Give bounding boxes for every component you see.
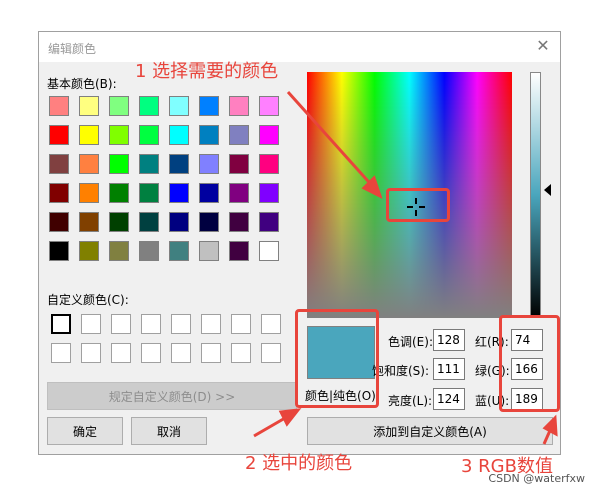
luminance-arrow-icon[interactable] (544, 184, 551, 196)
basic-color-swatch[interactable] (169, 96, 189, 116)
custom-color-swatch[interactable] (51, 314, 71, 334)
basic-color-swatch[interactable] (49, 241, 69, 261)
basic-color-swatch[interactable] (229, 154, 249, 174)
basic-color-swatch[interactable] (229, 212, 249, 232)
ok-button[interactable]: 确定 (47, 417, 123, 445)
basic-color-swatch[interactable] (79, 154, 99, 174)
basic-color-swatch[interactable] (259, 154, 279, 174)
basic-color-swatch[interactable] (169, 154, 189, 174)
basic-color-swatch[interactable] (169, 212, 189, 232)
basic-color-swatch[interactable] (109, 154, 129, 174)
basic-color-swatch[interactable] (199, 96, 219, 116)
custom-color-swatch[interactable] (261, 314, 281, 334)
basic-color-swatch[interactable] (139, 212, 159, 232)
custom-colors-label: 自定义颜色(C): (47, 293, 129, 307)
rgb-values-highlight-box (499, 315, 560, 412)
basic-color-swatch[interactable] (139, 125, 159, 145)
luminance-label: 亮度(L): (388, 394, 433, 408)
basic-color-swatch[interactable] (49, 183, 69, 203)
custom-color-swatch[interactable] (111, 314, 131, 334)
custom-color-swatch[interactable] (111, 343, 131, 363)
basic-color-swatch[interactable] (109, 125, 129, 145)
basic-color-swatch[interactable] (79, 96, 99, 116)
basic-color-swatch[interactable] (199, 212, 219, 232)
hue-field[interactable]: 128 (433, 329, 465, 351)
basic-color-swatch[interactable] (49, 96, 69, 116)
basic-color-swatch[interactable] (79, 183, 99, 203)
basic-color-swatch[interactable] (139, 96, 159, 116)
custom-color-swatch[interactable] (201, 314, 221, 334)
basic-color-swatch[interactable] (79, 241, 99, 261)
crosshair-highlight-box (386, 188, 450, 222)
luminance-field[interactable]: 124 (433, 388, 465, 410)
annotation-select-color: 1 选择需要的颜色 (135, 61, 279, 82)
custom-color-swatch[interactable] (141, 343, 161, 363)
basic-color-swatch[interactable] (169, 241, 189, 261)
luminance-bar[interactable] (530, 72, 541, 318)
basic-color-swatch[interactable] (109, 212, 129, 232)
basic-color-swatch[interactable] (49, 125, 69, 145)
basic-color-swatch[interactable] (79, 212, 99, 232)
basic-color-swatch[interactable] (169, 183, 189, 203)
basic-color-swatch[interactable] (259, 212, 279, 232)
custom-color-swatch[interactable] (81, 314, 101, 334)
custom-color-swatch[interactable] (261, 343, 281, 363)
basic-color-swatch[interactable] (109, 96, 129, 116)
basic-color-swatch[interactable] (109, 241, 129, 261)
basic-color-swatch[interactable] (49, 212, 69, 232)
custom-color-swatch[interactable] (81, 343, 101, 363)
basic-colors-label: 基本颜色(B): (47, 77, 117, 91)
basic-color-swatch[interactable] (259, 125, 279, 145)
custom-color-swatch[interactable] (171, 314, 191, 334)
close-icon[interactable]: ✕ (534, 37, 552, 55)
custom-color-swatch[interactable] (141, 314, 161, 334)
cancel-button[interactable]: 取消 (131, 417, 207, 445)
basic-color-swatch[interactable] (259, 183, 279, 203)
custom-color-swatch[interactable] (231, 314, 251, 334)
basic-color-swatch[interactable] (109, 183, 129, 203)
dialog-title: 编辑颜色 (48, 42, 97, 56)
basic-color-swatch[interactable] (229, 96, 249, 116)
basic-color-swatch[interactable] (49, 154, 69, 174)
hue-label: 色调(E): (388, 335, 433, 349)
basic-color-swatch[interactable] (139, 183, 159, 203)
basic-color-swatch[interactable] (199, 183, 219, 203)
basic-color-swatch[interactable] (259, 96, 279, 116)
title-bar: 编辑颜色 ✕ (39, 32, 560, 62)
watermark: CSDN @waterfxw (488, 472, 585, 485)
custom-color-swatch[interactable] (51, 343, 71, 363)
selected-color-highlight-box (295, 309, 379, 408)
basic-color-swatch[interactable] (229, 183, 249, 203)
custom-color-swatch[interactable] (171, 343, 191, 363)
basic-color-swatch[interactable] (169, 125, 189, 145)
add-to-custom-colors-button[interactable]: 添加到自定义颜色(A) (307, 417, 553, 445)
basic-color-swatch[interactable] (139, 154, 159, 174)
saturation-label: 饱和度(S): (372, 364, 430, 378)
annotation-selected-color: 2 选中的颜色 (245, 453, 353, 474)
basic-color-swatch[interactable] (259, 241, 279, 261)
saturation-field[interactable]: 111 (433, 358, 465, 380)
define-custom-colors-button[interactable]: 规定自定义颜色(D) >> (47, 382, 297, 410)
custom-color-swatch[interactable] (201, 343, 221, 363)
custom-color-swatch[interactable] (231, 343, 251, 363)
basic-color-swatch[interactable] (139, 241, 159, 261)
basic-color-swatch[interactable] (199, 241, 219, 261)
basic-color-swatch[interactable] (199, 125, 219, 145)
basic-color-swatch[interactable] (229, 125, 249, 145)
basic-color-swatch[interactable] (79, 125, 99, 145)
basic-color-swatch[interactable] (199, 154, 219, 174)
basic-color-swatch[interactable] (229, 241, 249, 261)
